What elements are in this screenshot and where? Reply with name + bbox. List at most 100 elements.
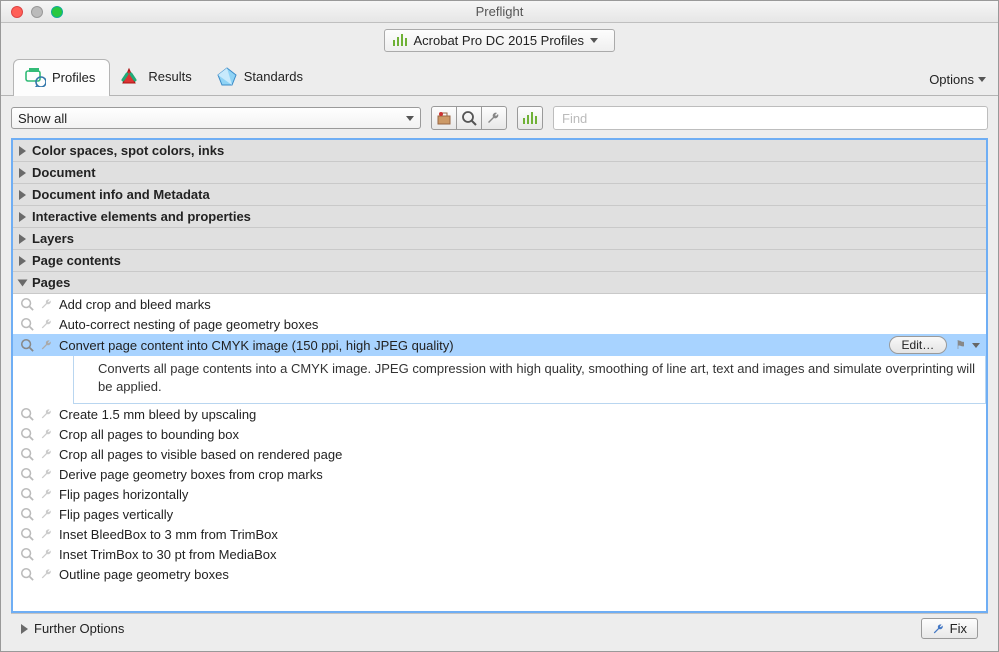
magnifier-icon — [19, 337, 35, 353]
group-label: Interactive elements and properties — [32, 209, 251, 224]
preflight-window: Preflight Acrobat Pro DC 2015 Profiles P… — [0, 0, 999, 652]
profiles-set-label: Acrobat Pro DC 2015 Profiles — [413, 33, 584, 48]
chevron-down-icon — [590, 38, 598, 43]
results-icon — [120, 65, 142, 87]
fixup-item[interactable]: Flip pages vertically — [13, 504, 986, 524]
group-interactive[interactable]: Interactive elements and properties — [13, 206, 986, 228]
disclosure-triangle-icon — [19, 190, 26, 200]
fixup-item[interactable]: Inset TrimBox to 30 pt from MediaBox — [13, 544, 986, 564]
magnifier-icon — [19, 466, 35, 482]
group-pages[interactable]: Pages — [13, 272, 986, 294]
wrench-icon — [39, 546, 55, 562]
fixup-label: Crop all pages to visible based on rende… — [59, 447, 980, 462]
disclosure-triangle-icon — [19, 168, 26, 178]
fixup-item[interactable]: Inset BleedBox to 3 mm from TrimBox — [13, 524, 986, 544]
library-filter-button[interactable] — [517, 106, 543, 130]
fixup-item[interactable]: Auto-correct nesting of page geometry bo… — [13, 314, 986, 334]
magnifier-icon — [19, 546, 35, 562]
fix-button[interactable]: Fix — [921, 618, 978, 639]
fixup-label: Derive page geometry boxes from crop mar… — [59, 467, 980, 482]
wrench-icon — [39, 526, 55, 542]
group-label: Document info and Metadata — [32, 187, 210, 202]
item-menu-caret[interactable] — [972, 343, 980, 348]
disclosure-triangle-icon — [19, 146, 26, 156]
wrench-icon — [39, 506, 55, 522]
wrench-icon — [39, 466, 55, 482]
standards-icon — [216, 65, 238, 87]
magnifier-icon — [461, 110, 477, 126]
group-document[interactable]: Document — [13, 162, 986, 184]
fixup-item[interactable]: Derive page geometry boxes from crop mar… — [13, 464, 986, 484]
fixup-label: Inset BleedBox to 3 mm from TrimBox — [59, 527, 980, 542]
show-filter-value: Show all — [18, 111, 67, 126]
chevron-down-icon — [978, 77, 986, 82]
profiles-tree[interactable]: Color spaces, spot colors, inks Document… — [13, 140, 986, 611]
group-color-spaces[interactable]: Color spaces, spot colors, inks — [13, 140, 986, 162]
footer: Further Options Fix — [11, 613, 988, 643]
tab-standards[interactable]: Standards — [206, 59, 317, 95]
fixup-item[interactable]: Crop all pages to bounding box — [13, 424, 986, 444]
fixup-item-selected[interactable]: Convert page content into CMYK image (15… — [13, 334, 986, 356]
fixup-description: Converts all page contents into a CMYK i… — [73, 356, 986, 404]
profiles-set-dropdown[interactable]: Acrobat Pro DC 2015 Profiles — [384, 29, 615, 52]
tab-profiles-label: Profiles — [52, 70, 95, 85]
magnifier-icon — [19, 566, 35, 582]
main-panel: Show all Color spaces, spot — [1, 95, 998, 651]
fixup-item[interactable]: Add crop and bleed marks — [13, 294, 986, 314]
options-menu[interactable]: Options — [929, 72, 986, 95]
fixup-label: Add crop and bleed marks — [59, 297, 980, 312]
disclosure-triangle-icon — [18, 279, 28, 286]
profiles-tree-container: Color spaces, spot colors, inks Document… — [11, 138, 988, 613]
disclosure-triangle-icon — [19, 256, 26, 266]
tab-results-label: Results — [148, 69, 191, 84]
toolbox-icon — [436, 110, 452, 126]
fixup-item[interactable]: Outline page geometry boxes — [13, 564, 986, 584]
wrench-icon — [39, 296, 55, 312]
group-label: Layers — [32, 231, 74, 246]
magnifier-icon — [19, 296, 35, 312]
flag-icon[interactable]: ⚑ — [955, 338, 966, 352]
tab-profiles[interactable]: Profiles — [13, 59, 110, 96]
chevron-down-icon — [406, 116, 414, 121]
wrench-icon — [39, 426, 55, 442]
wrench-icon — [39, 337, 55, 353]
fixup-label: Flip pages vertically — [59, 507, 980, 522]
fixup-item[interactable]: Crop all pages to visible based on rende… — [13, 444, 986, 464]
show-filter-select[interactable]: Show all — [11, 107, 421, 129]
library-icon — [393, 34, 408, 46]
edit-button[interactable]: Edit… — [889, 336, 948, 354]
group-label: Pages — [32, 275, 70, 290]
wrench-icon — [39, 446, 55, 462]
wrench-icon — [39, 566, 55, 582]
wrench-icon — [39, 316, 55, 332]
fixup-label: Convert page content into CMYK image (15… — [59, 338, 885, 353]
library-icon — [523, 112, 538, 124]
group-label: Page contents — [32, 253, 121, 268]
wrench-icon — [932, 622, 946, 636]
group-label: Color spaces, spot colors, inks — [32, 143, 224, 158]
options-label: Options — [929, 72, 974, 87]
profiles-toolbar: Acrobat Pro DC 2015 Profiles — [1, 23, 998, 57]
view-checks-button[interactable] — [456, 106, 482, 130]
view-wrench-button[interactable] — [481, 106, 507, 130]
disclosure-triangle-icon[interactable] — [21, 624, 28, 634]
wrench-icon — [486, 110, 502, 126]
magnifier-icon — [19, 406, 35, 422]
further-options-label[interactable]: Further Options — [34, 621, 124, 636]
group-label: Document — [32, 165, 96, 180]
window-title: Preflight — [1, 4, 998, 19]
view-fixups-button[interactable] — [431, 106, 457, 130]
group-page-contents[interactable]: Page contents — [13, 250, 986, 272]
magnifier-icon — [19, 316, 35, 332]
view-mode-group — [431, 106, 507, 130]
magnifier-icon — [19, 446, 35, 462]
group-doc-info[interactable]: Document info and Metadata — [13, 184, 986, 206]
magnifier-icon — [19, 506, 35, 522]
tab-results[interactable]: Results — [110, 59, 205, 95]
fixup-item[interactable]: Flip pages horizontally — [13, 484, 986, 504]
fixup-label: Outline page geometry boxes — [59, 567, 980, 582]
search-input[interactable] — [553, 106, 988, 130]
fixup-item[interactable]: Create 1.5 mm bleed by upscaling — [13, 404, 986, 424]
group-layers[interactable]: Layers — [13, 228, 986, 250]
tab-standards-label: Standards — [244, 69, 303, 84]
